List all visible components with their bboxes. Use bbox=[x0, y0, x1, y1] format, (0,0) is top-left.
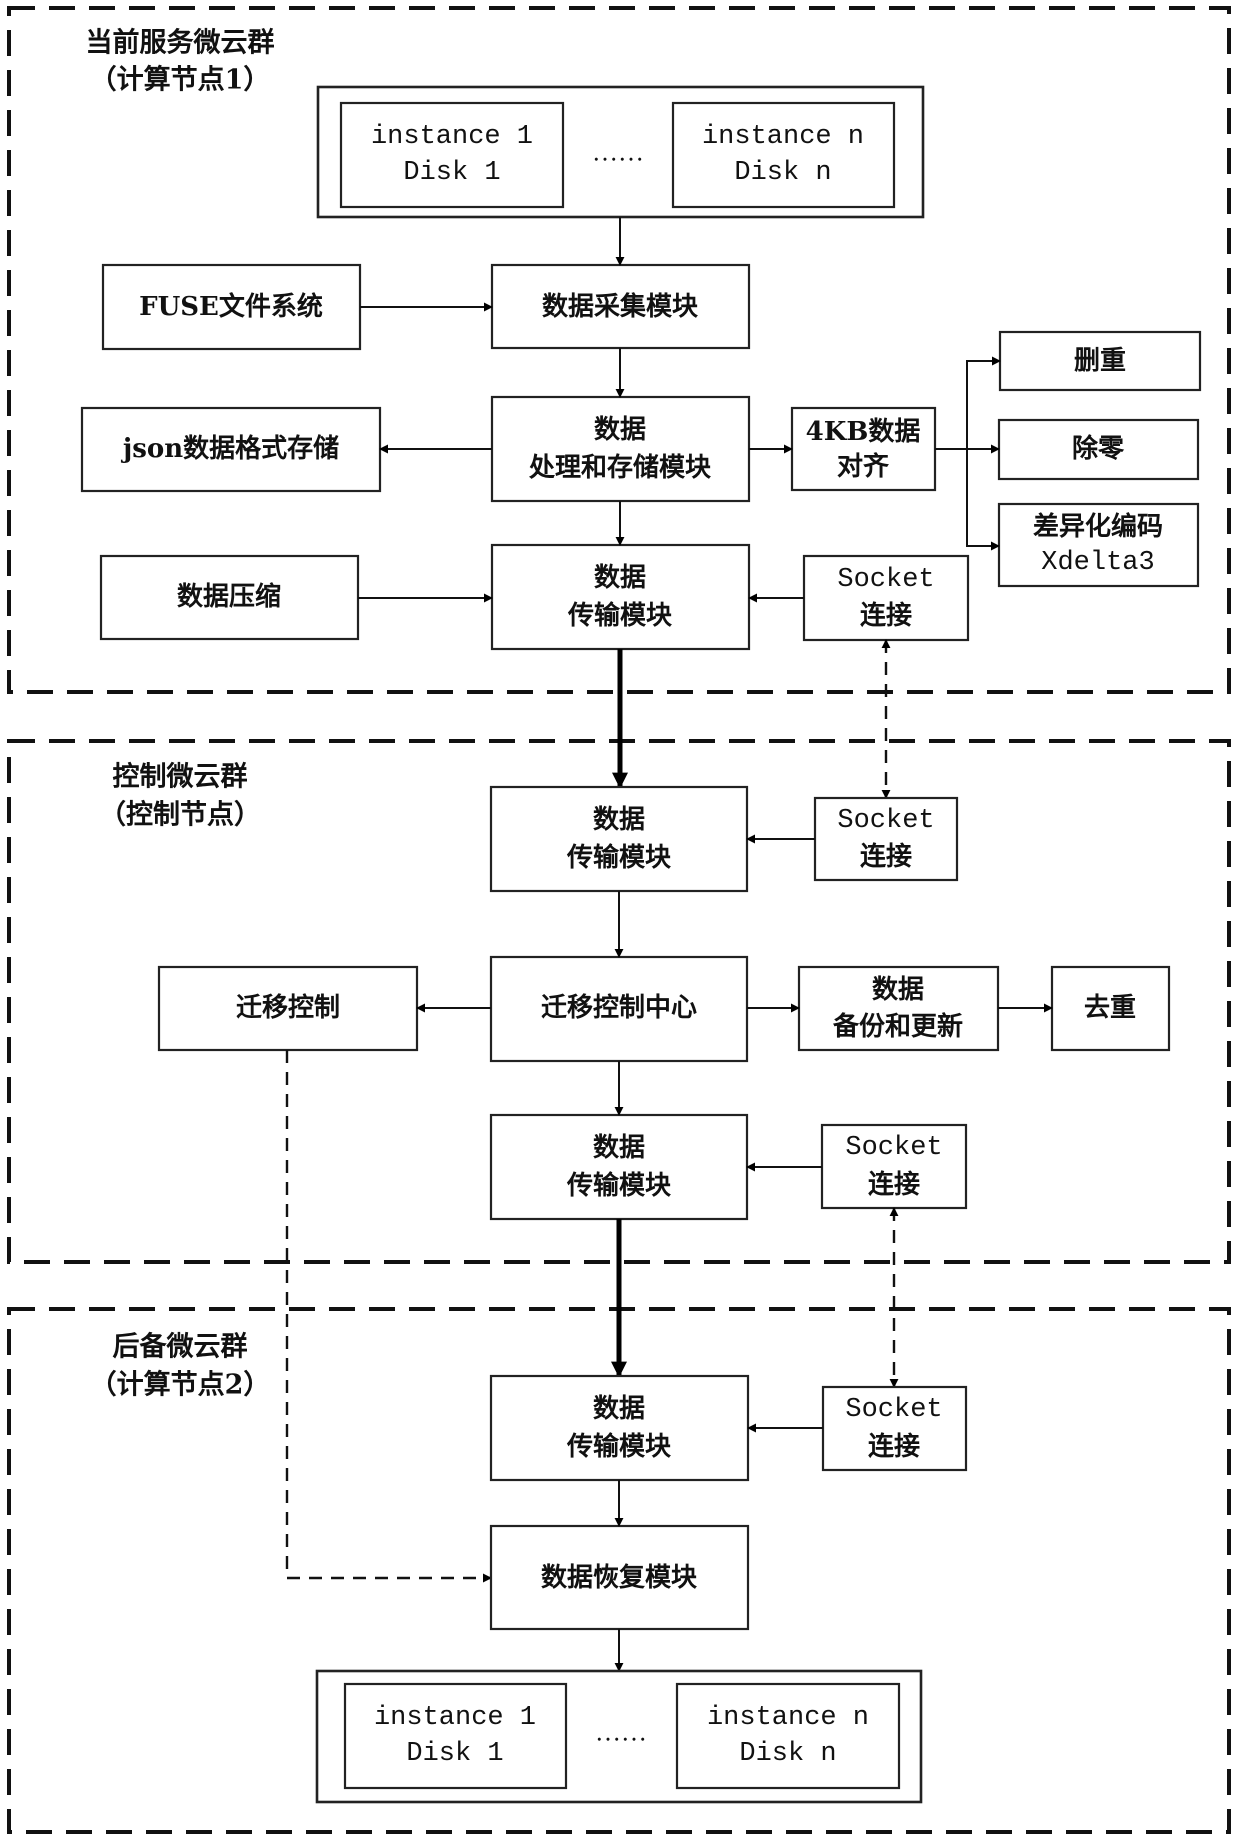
node-transfer-3-line1: 数据 bbox=[593, 1133, 645, 1163]
node-data-compress[interactable]: 数据压缩 bbox=[99, 554, 360, 641]
node-data-collect[interactable]: 数据采集模块 bbox=[490, 263, 751, 350]
node-socket-1[interactable]: Socket 连接 bbox=[802, 554, 970, 642]
node-dedup-2-label: 去重 bbox=[1084, 993, 1136, 1023]
node-data-process-line1: 数据 bbox=[594, 415, 646, 445]
node-fuse-label: FUSE文件系统 bbox=[139, 291, 323, 322]
node-socket-4-line2: 连接 bbox=[868, 1432, 920, 1462]
target-instances-group: instance 1 Disk 1 …… instance n Disk n bbox=[315, 1669, 923, 1804]
source-instance-n-box[interactable] bbox=[671, 101, 896, 209]
node-backup-update[interactable]: 数据 备份和更新 bbox=[797, 965, 1000, 1052]
section-1-title: 当前服务微云群 bbox=[86, 27, 275, 59]
node-dedup[interactable]: 删重 bbox=[998, 330, 1202, 392]
node-socket-4[interactable]: Socket 连接 bbox=[821, 1385, 968, 1472]
node-backup-update-line2: 备份和更新 bbox=[832, 1011, 963, 1042]
node-transfer-1[interactable]: 数据 传输模块 bbox=[490, 543, 751, 651]
node-xdelta[interactable]: 差异化编码 Xdelta3 bbox=[997, 502, 1200, 588]
diagram-canvas: 当前服务微云群 （计算节点1） 控制微云群 （控制节点） 后备微云群 （计算节点… bbox=[7, 6, 1231, 1834]
node-xdelta-line1: 差异化编码 bbox=[1033, 511, 1163, 542]
node-data-restore-label: 数据恢复模块 bbox=[541, 1563, 697, 1593]
node-migrate-center[interactable]: 迁移控制中心 bbox=[489, 955, 749, 1063]
node-xdelta-line2: Xdelta3 bbox=[1041, 548, 1154, 578]
node-data-process[interactable]: 数据 处理和存储模块 bbox=[490, 395, 751, 503]
node-socket-1-line1: Socket bbox=[837, 565, 934, 595]
node-zero-removal-label: 除零 bbox=[1072, 433, 1125, 464]
node-4kb-align-line2: 对齐 bbox=[837, 451, 890, 482]
section-2-subtitle: （控制节点） bbox=[99, 800, 261, 831]
section-1-subtitle: （计算节点1） bbox=[90, 64, 271, 96]
link-migrate-control-to-restore bbox=[285, 1050, 492, 1583]
arrow-align-to-xdelta bbox=[966, 449, 1000, 551]
node-socket-2[interactable]: Socket 连接 bbox=[813, 796, 959, 882]
node-zero-removal[interactable]: 除零 bbox=[997, 418, 1200, 481]
node-socket-3-line2: 连接 bbox=[868, 1170, 920, 1200]
source-instances-group: instance 1 Disk 1 …… instance n Disk n bbox=[316, 85, 925, 219]
node-data-restore[interactable]: 数据恢复模块 bbox=[489, 1524, 750, 1631]
arrow-align-to-dedup bbox=[966, 356, 1001, 449]
node-transfer-1-line2: 传输模块 bbox=[567, 600, 672, 631]
node-transfer-3[interactable]: 数据 传输模块 bbox=[489, 1113, 749, 1221]
target-instance-n-name: instance n bbox=[707, 1703, 869, 1733]
node-fuse[interactable]: FUSE文件系统 bbox=[101, 263, 362, 351]
node-socket-3[interactable]: Socket 连接 bbox=[820, 1123, 968, 1210]
node-socket-2-line1: Socket bbox=[837, 806, 934, 836]
node-migrate-control[interactable]: 迁移控制 bbox=[157, 965, 419, 1052]
node-dedup-2[interactable]: 去重 bbox=[1050, 965, 1171, 1052]
node-transfer-4-line1: 数据 bbox=[593, 1394, 645, 1424]
node-socket-4-line1: Socket bbox=[845, 1395, 942, 1425]
target-instance-n-disk: Disk n bbox=[739, 1739, 836, 1769]
node-migrate-control-label: 迁移控制 bbox=[236, 993, 340, 1023]
node-socket-2-line2: 连接 bbox=[860, 842, 912, 872]
target-instances-ellipsis: …… bbox=[595, 1718, 647, 1747]
source-instance-n-disk: Disk n bbox=[734, 158, 831, 188]
node-transfer-2-line1: 数据 bbox=[593, 805, 645, 835]
section-3-subtitle: （计算节点2） bbox=[90, 1369, 271, 1401]
node-4kb-align-line1: 4KB数据 bbox=[806, 417, 921, 447]
source-instances-ellipsis: …… bbox=[592, 138, 644, 167]
node-data-collect-label: 数据采集模块 bbox=[542, 291, 698, 322]
target-instance-1-name: instance 1 bbox=[374, 1703, 536, 1733]
node-transfer-1-line1: 数据 bbox=[594, 563, 646, 593]
section-2-title: 控制微云群 bbox=[113, 762, 248, 793]
node-transfer-3-line2: 传输模块 bbox=[566, 1170, 671, 1201]
source-instance-1-name: instance 1 bbox=[371, 122, 533, 152]
node-data-process-line2: 处理和存储模块 bbox=[528, 452, 711, 483]
target-instance-1-box[interactable] bbox=[343, 1682, 568, 1790]
node-dedup-label: 删重 bbox=[1074, 346, 1126, 376]
source-instance-1-disk: Disk 1 bbox=[403, 158, 500, 188]
source-instance-1-box[interactable] bbox=[339, 101, 565, 209]
node-transfer-2-line2: 传输模块 bbox=[566, 842, 671, 873]
node-backup-update-line1: 数据 bbox=[872, 975, 924, 1005]
node-4kb-align[interactable]: 4KB数据 对齐 bbox=[790, 406, 937, 492]
source-instance-n-name: instance n bbox=[702, 122, 864, 152]
section-3-title: 后备微云群 bbox=[113, 1332, 248, 1363]
node-transfer-2[interactable]: 数据 传输模块 bbox=[489, 785, 749, 893]
node-migrate-center-label: 迁移控制中心 bbox=[541, 993, 697, 1023]
node-data-compress-label: 数据压缩 bbox=[177, 581, 281, 612]
target-instance-1-disk: Disk 1 bbox=[406, 1739, 503, 1769]
target-instance-n-box[interactable] bbox=[675, 1682, 901, 1790]
node-socket-3-line1: Socket bbox=[845, 1133, 942, 1163]
node-transfer-4-line2: 传输模块 bbox=[566, 1431, 671, 1462]
migration-architecture-diagram: 当前服务微云群 （计算节点1） 控制微云群 （控制节点） 后备微云群 （计算节点… bbox=[0, 0, 1240, 1847]
node-transfer-4[interactable]: 数据 传输模块 bbox=[489, 1374, 750, 1482]
node-json-store[interactable]: json数据格式存储 bbox=[80, 406, 382, 493]
node-json-store-label: json数据格式存储 bbox=[121, 433, 339, 464]
node-socket-1-line2: 连接 bbox=[860, 601, 912, 631]
